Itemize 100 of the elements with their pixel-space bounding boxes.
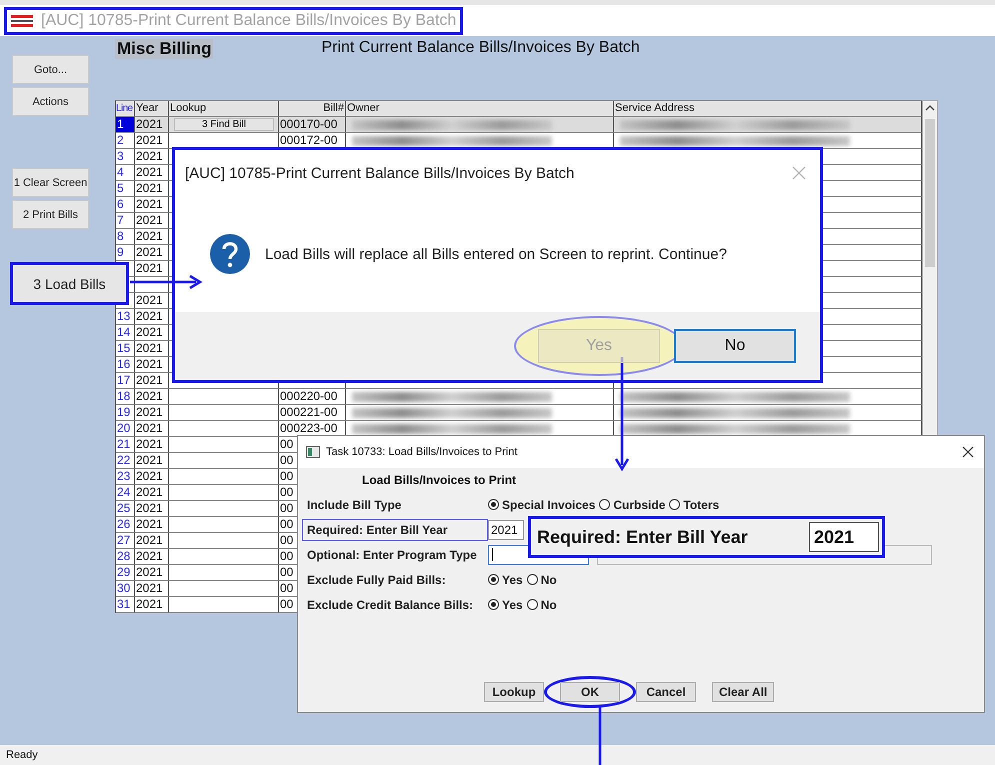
input-field[interactable]: 2021 <box>488 520 524 540</box>
table-cell <box>135 277 169 293</box>
column-header: Owner <box>346 101 614 117</box>
column-header: Lookup <box>169 101 279 117</box>
close-icon[interactable] <box>962 446 974 458</box>
line-number[interactable]: 13 <box>116 309 135 325</box>
line-number[interactable]: 26 <box>116 517 135 533</box>
table-cell: 000221-00 <box>279 405 346 421</box>
table-cell: 2021 <box>135 597 169 613</box>
table-cell: 2021 <box>135 309 169 325</box>
line-number[interactable]: 14 <box>116 325 135 341</box>
radio-button[interactable] <box>526 574 538 585</box>
line-number[interactable]: 24 <box>116 485 135 501</box>
line-number[interactable]: 6 <box>116 197 135 213</box>
callout-value: 2021 <box>809 522 879 552</box>
line-number[interactable]: 25 <box>116 501 135 517</box>
table-cell: 2021 <box>135 517 169 533</box>
radio-label: No <box>540 598 557 612</box>
line-number[interactable]: 16 <box>116 357 135 373</box>
line-number[interactable]: 18 <box>116 389 135 405</box>
table-cell: 2021 <box>135 437 169 453</box>
table-cell: 2021 <box>135 357 169 373</box>
field-label: Required: Enter Bill Year <box>302 518 488 540</box>
radio-label: Toters <box>683 498 720 512</box>
line-number[interactable]: 29 <box>116 565 135 581</box>
column-header: Service Address <box>614 101 922 117</box>
radio-button[interactable] <box>488 599 499 610</box>
dialog-button[interactable]: Lookup <box>484 682 544 702</box>
table-cell: 2021 <box>135 421 169 437</box>
side-button[interactable]: Goto... <box>12 55 89 84</box>
table-cell: 2021 <box>135 485 169 501</box>
line-number[interactable]: 28 <box>116 549 135 565</box>
line-number[interactable]: 3 <box>116 149 135 165</box>
radio-button[interactable] <box>669 499 680 510</box>
column-header: Year <box>135 101 169 117</box>
find-bill-button[interactable]: 3 Find Bill <box>174 118 274 131</box>
line-number[interactable]: 9 <box>116 245 135 261</box>
table-cell: 2021 <box>135 453 169 469</box>
line-number[interactable]: 21 <box>116 437 135 453</box>
table-cell: 2021 <box>135 261 169 277</box>
radio-button[interactable] <box>488 574 499 585</box>
radio-button[interactable] <box>488 499 499 510</box>
table-cell: 2021 <box>135 373 169 389</box>
line-number[interactable]: 20 <box>116 421 135 437</box>
dialog-button[interactable]: OK <box>560 682 620 702</box>
table-cell: 2021 <box>135 389 169 405</box>
dialog-button[interactable]: Clear All <box>712 682 774 702</box>
callout-label: Required: Enter Bill Year <box>537 526 748 548</box>
leader-line <box>598 706 602 765</box>
table-cell: 2021 <box>135 405 169 421</box>
load-bills-callout-tooltip[interactable]: 3 Load Bills <box>10 262 129 305</box>
side-button[interactable]: Actions <box>12 87 89 116</box>
table-cell: 2021 <box>135 165 169 181</box>
line-number[interactable]: 7 <box>116 213 135 229</box>
table-cell: 2021 <box>135 565 169 581</box>
window-title: [AUC] 10785-Print Current Balance Bills/Invoices By Batch <box>41 12 456 30</box>
table-cell: 2021 <box>135 341 169 357</box>
side-button[interactable]: 1 Clear Screen <box>12 168 89 197</box>
table-cell: 2021 <box>135 549 169 565</box>
line-number[interactable]: 1 <box>116 117 135 133</box>
line-number[interactable]: 19 <box>116 405 135 421</box>
radio-label: No <box>540 572 557 586</box>
line-number[interactable]: 22 <box>116 453 135 469</box>
table-cell: 2021 <box>135 181 169 197</box>
dialog-button[interactable]: Cancel <box>636 682 696 702</box>
question-icon <box>209 233 251 275</box>
radio-label: Special Invoices <box>502 498 596 512</box>
column-header: Bill# <box>279 101 346 117</box>
scroll-thumb[interactable] <box>925 119 935 267</box>
table-cell: 000220-00 <box>279 389 346 405</box>
radio-label: Curbside <box>613 498 666 512</box>
line-number[interactable]: 8 <box>116 229 135 245</box>
line-number[interactable]: 30 <box>116 581 135 597</box>
table-cell: 2021 <box>135 133 169 149</box>
line-number[interactable]: 17 <box>116 373 135 389</box>
dialog-button[interactable]: No <box>674 329 796 363</box>
line-number[interactable]: 4 <box>116 165 135 181</box>
line-number[interactable]: 23 <box>116 469 135 485</box>
line-number[interactable]: 27 <box>116 533 135 549</box>
radio-button[interactable] <box>526 599 538 610</box>
table-cell: 2021 <box>135 117 169 133</box>
radio-label: Yes <box>502 572 523 586</box>
window-icon <box>306 446 320 458</box>
side-button[interactable]: 2 Print Bills <box>12 200 89 229</box>
radio-label: Yes <box>502 598 523 612</box>
table-cell: 2021 <box>135 229 169 245</box>
table-cell: 2021 <box>135 197 169 213</box>
table-cell: 2021 <box>135 533 169 549</box>
table-cell: 2021 <box>135 245 169 261</box>
screen-title: Print Current Balance Bills/Invoices By Batch <box>321 39 640 57</box>
column-header: Line <box>116 101 135 117</box>
table-cell: 2021 <box>135 325 169 341</box>
table-cell: 2021 <box>135 149 169 165</box>
table-cell: 000170-00 <box>279 117 346 133</box>
radio-button[interactable] <box>599 499 610 510</box>
line-number[interactable]: 31 <box>116 597 135 613</box>
table-cell: 2021 <box>135 469 169 485</box>
line-number[interactable]: 15 <box>116 341 135 357</box>
line-number[interactable]: 2 <box>116 133 135 149</box>
line-number[interactable]: 5 <box>116 181 135 197</box>
